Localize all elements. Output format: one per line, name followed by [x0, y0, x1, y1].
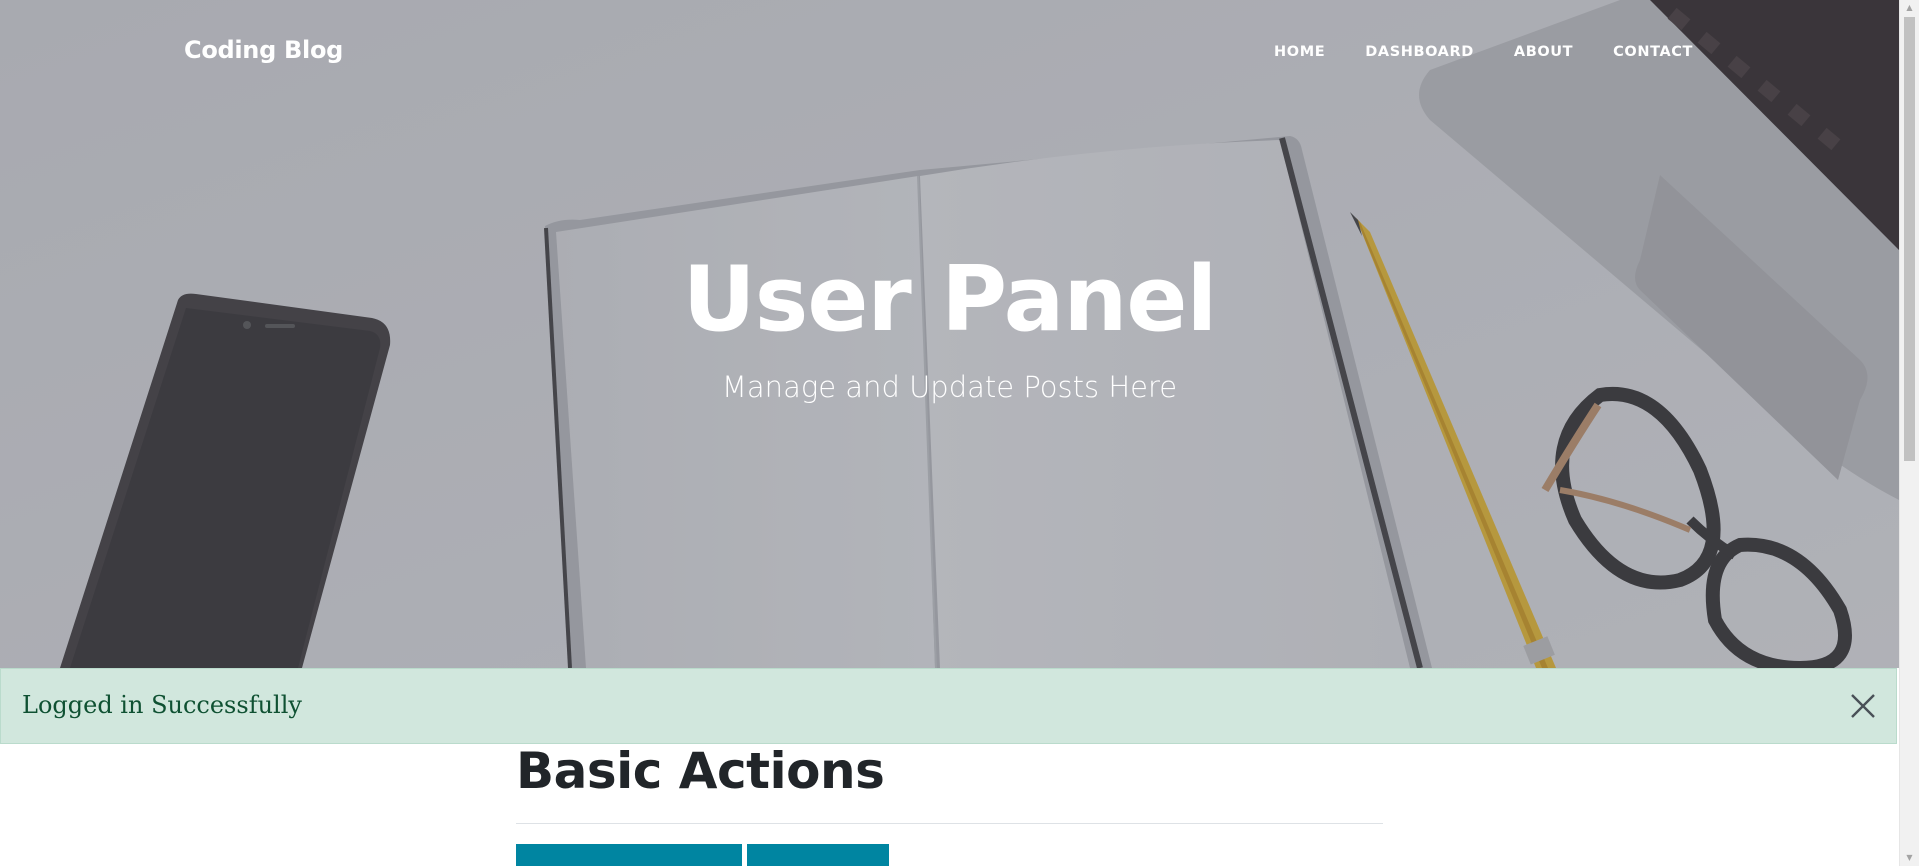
navbar: Coding Blog HOME DASHBOARD ABOUT CONTACT — [0, 0, 1899, 104]
hero-title: User Panel — [682, 247, 1218, 352]
action-button-2[interactable] — [747, 844, 889, 866]
page: Coding Blog HOME DASHBOARD ABOUT CONTACT… — [0, 0, 1919, 866]
nav-link-home[interactable]: HOME — [1274, 44, 1325, 60]
hero-subtitle: Manage and Update Posts Here — [721, 370, 1178, 404]
brand-link[interactable]: Coding Blog — [184, 36, 343, 64]
scroll-up-arrow-icon[interactable]: ▲ — [1900, 0, 1919, 16]
masthead: Coding Blog HOME DASHBOARD ABOUT CONTACT… — [0, 0, 1899, 668]
scroll-thumb[interactable] — [1904, 17, 1915, 461]
alert-message: Logged in Successfully — [22, 691, 302, 719]
action-button-1[interactable] — [516, 844, 742, 866]
nav-link-contact[interactable]: CONTACT — [1613, 44, 1693, 60]
nav-links: HOME DASHBOARD ABOUT CONTACT — [1234, 44, 1693, 60]
success-alert: Logged in Successfully — [0, 668, 1897, 744]
section-title: Basic Actions — [516, 742, 885, 800]
nav-link-dashboard[interactable]: DASHBOARD — [1365, 44, 1474, 60]
vertical-scrollbar[interactable]: ▲ ▼ — [1899, 0, 1919, 866]
hero-heading: User Panel Manage and Update Posts Here — [0, 255, 1899, 402]
divider — [516, 823, 1383, 824]
scroll-down-arrow-icon[interactable]: ▼ — [1900, 850, 1919, 866]
close-icon[interactable] — [1848, 691, 1878, 721]
nav-link-about[interactable]: ABOUT — [1514, 44, 1573, 60]
